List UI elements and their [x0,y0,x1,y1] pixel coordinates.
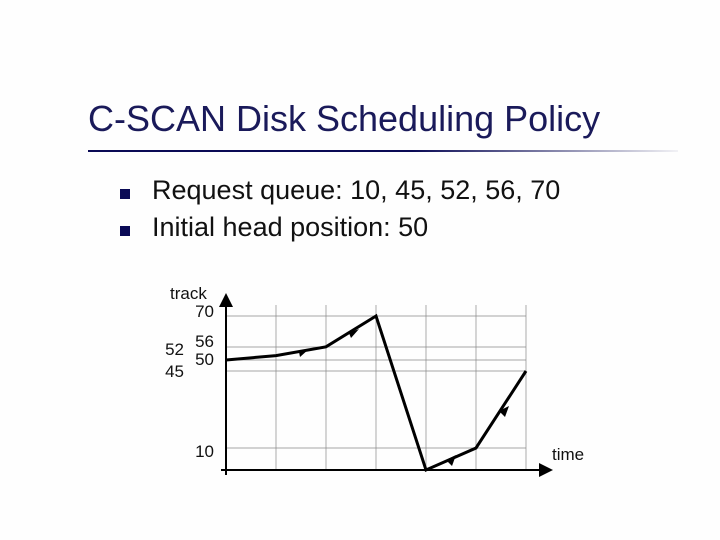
slide: C-SCAN Disk Scheduling Policy Request qu… [0,0,720,540]
y-tick: 52 [148,340,184,360]
y-tick: 10 [178,442,214,462]
vgridlines [276,305,526,470]
list-item: Initial head position: 50 [120,212,560,243]
slide-title: C-SCAN Disk Scheduling Policy [88,98,600,140]
y-tick: 70 [178,302,214,322]
chart: track 70 56 50 10 52 45 time [160,290,580,500]
bullet-text: Initial head position: 50 [152,212,428,243]
bullet-square-icon [120,226,130,236]
y-tick: 45 [148,362,184,382]
title-underline [88,150,678,152]
bullet-list: Request queue: 10, 45, 52, 56, 70 Initia… [120,175,560,249]
y-axis-label: track [170,284,207,304]
x-axis-label: time [552,445,584,465]
bullet-text: Request queue: 10, 45, 52, 56, 70 [152,175,560,206]
bullet-square-icon [120,189,130,199]
list-item: Request queue: 10, 45, 52, 56, 70 [120,175,560,206]
chart-svg [216,300,556,490]
